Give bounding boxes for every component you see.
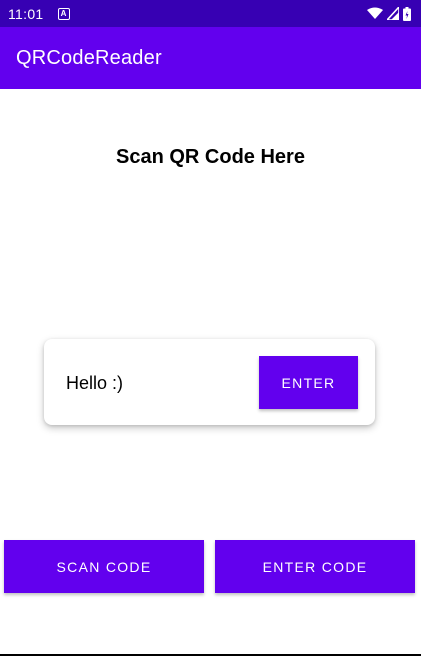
result-card: Hello :) ENTER	[44, 339, 375, 425]
battery-icon	[403, 6, 411, 21]
scan-code-button[interactable]: SCAN CODE	[4, 540, 204, 593]
result-message: Hello :)	[66, 373, 124, 393]
app-title: QRCodeReader	[16, 46, 162, 69]
status-time: 11:01	[8, 5, 44, 22]
signal-icon	[387, 7, 399, 20]
notification-icon: A	[57, 7, 70, 20]
status-bar: 11:01 A	[0, 0, 421, 27]
enter-button[interactable]: ENTER	[259, 356, 358, 409]
page-heading: Scan QR Code Here	[116, 146, 305, 168]
enter-code-button[interactable]: ENTER CODE	[215, 540, 415, 593]
wifi-icon	[367, 7, 383, 19]
status-icons	[367, 6, 411, 21]
app-bar: QRCodeReader	[0, 27, 421, 89]
